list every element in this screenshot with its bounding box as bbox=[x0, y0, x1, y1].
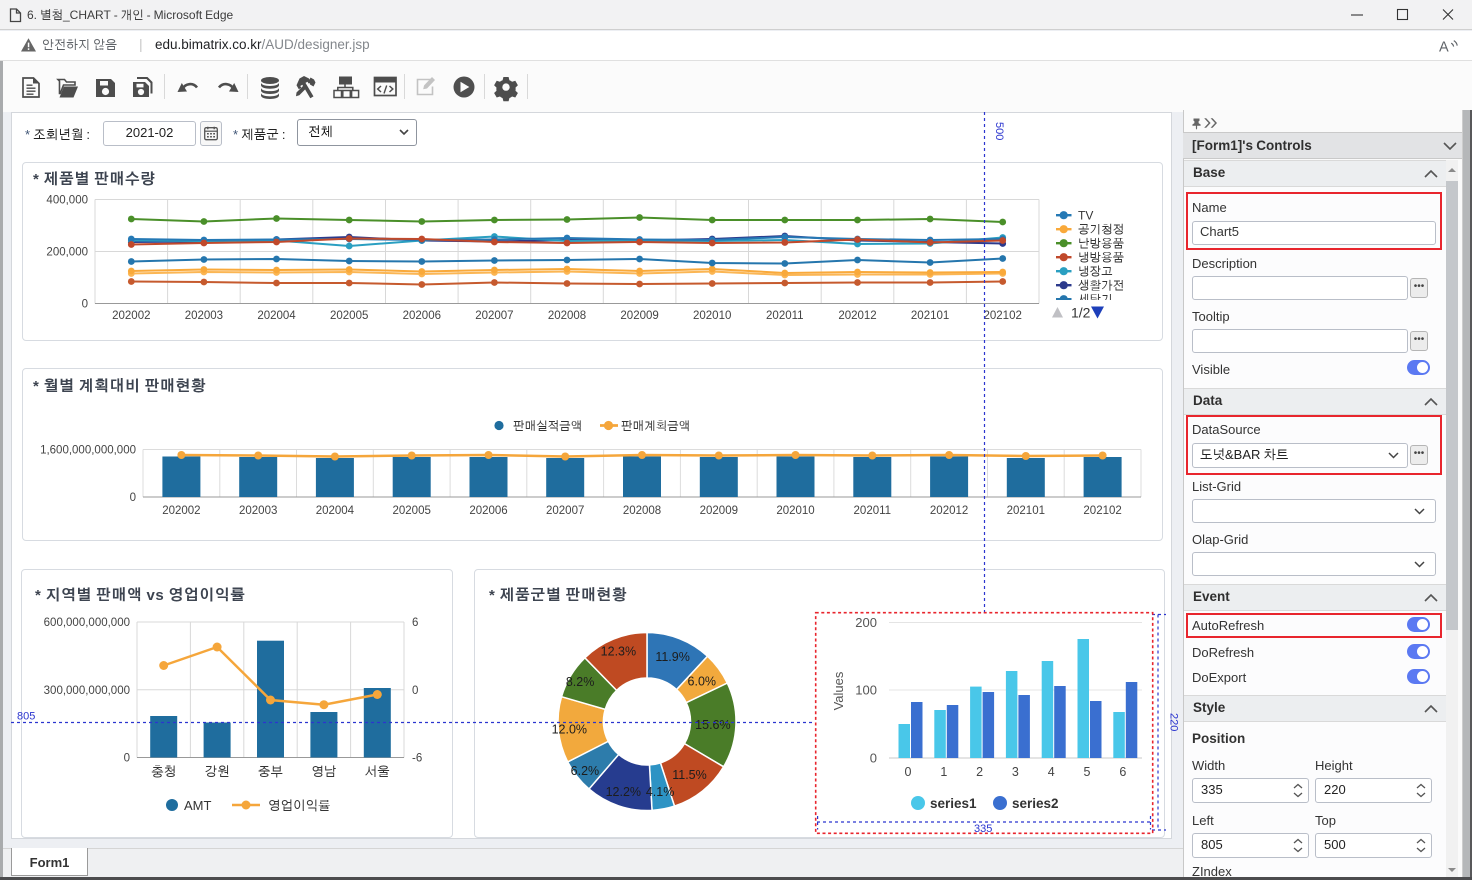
svg-text:220: 220 bbox=[1168, 713, 1179, 731]
svg-text:335: 335 bbox=[974, 824, 992, 835]
svg-text:805: 805 bbox=[17, 712, 35, 723]
svg-text:500: 500 bbox=[993, 122, 1004, 140]
